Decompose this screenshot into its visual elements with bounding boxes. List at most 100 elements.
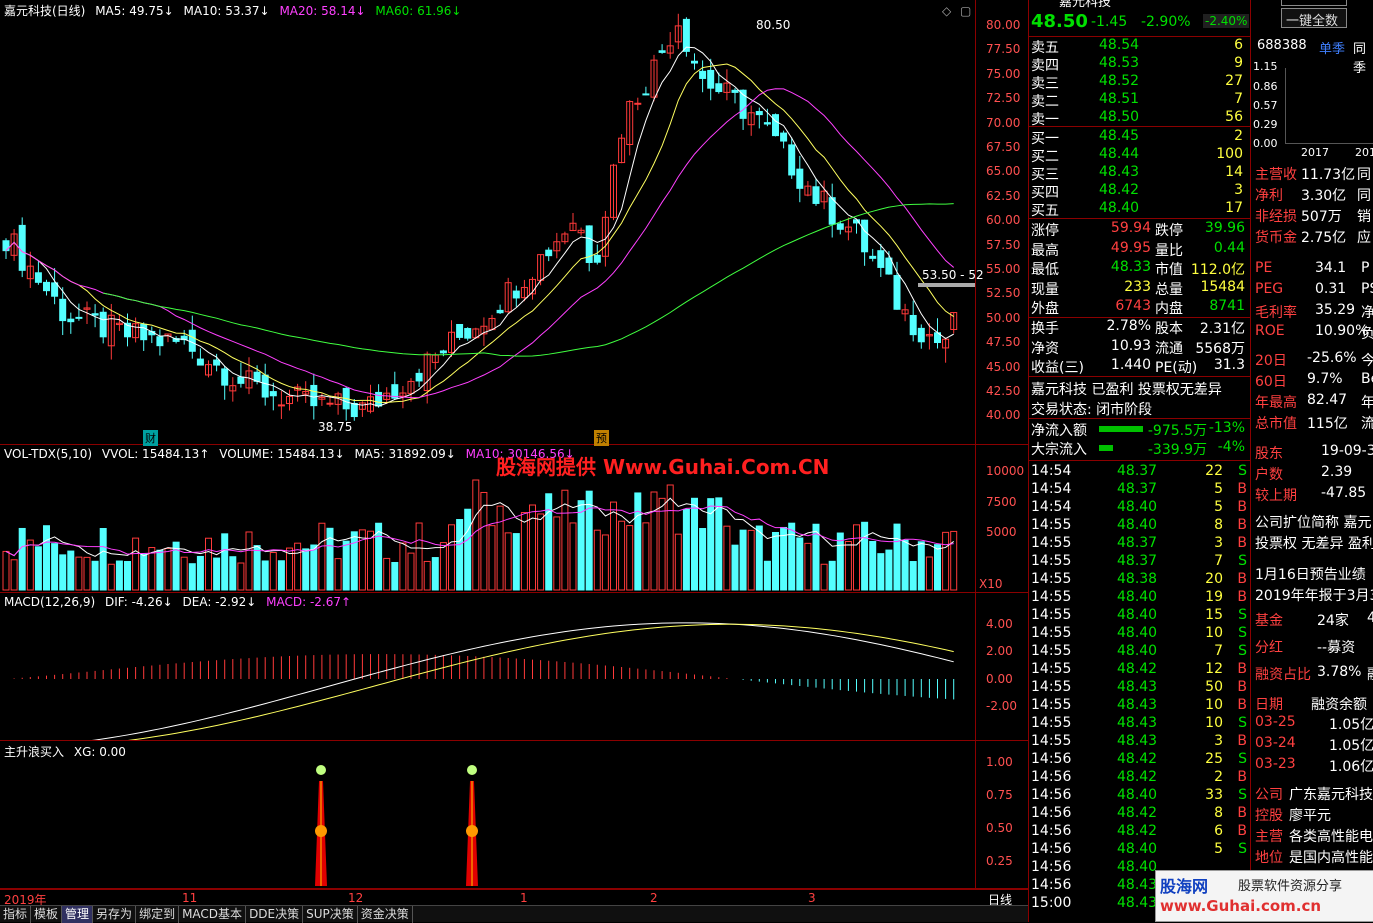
- candle: [682, 17, 690, 57]
- candle: [456, 324, 464, 341]
- ask-label: 卖三: [1031, 76, 1059, 92]
- margin-head: 融资余额: [1311, 697, 1367, 713]
- vol-unit: X10: [979, 577, 1003, 591]
- tab-8[interactable]: 资金决策: [358, 906, 413, 923]
- tab-0[interactable]: 指标: [0, 906, 32, 923]
- stat-label: 外盘: [1031, 301, 1059, 317]
- kline-pane[interactable]: 嘉元科技(日线) MA5: 49.75↓ MA10: 53.37↓ MA20: …: [0, 0, 1028, 446]
- candle: [731, 88, 739, 104]
- candle: [780, 130, 788, 149]
- volume-pane[interactable]: VOL-TDX(5,10) VVOL: 15484.13↑ VOLUME: 15…: [0, 445, 1028, 593]
- tab-2[interactable]: 管理: [62, 906, 94, 923]
- quote-row: 涨停 59.94 跌停 39.96: [1029, 220, 1251, 239]
- volume-bar: [164, 547, 172, 591]
- fin-value: 82.47: [1307, 392, 1348, 408]
- price-tick: 45.00: [986, 359, 1021, 374]
- tick-volume: 10: [1205, 697, 1223, 713]
- tick-volume: 50: [1205, 679, 1223, 695]
- volume-bar: [861, 521, 869, 591]
- tick-side: S: [1238, 751, 1247, 767]
- tab-1[interactable]: 模板: [31, 906, 63, 923]
- tick-time: 14:55: [1031, 571, 1072, 587]
- ask-volume: 7: [1234, 91, 1243, 107]
- tick-volume: 10: [1205, 625, 1223, 641]
- tick-side: B: [1237, 571, 1247, 587]
- fin-value: 507万: [1301, 209, 1342, 225]
- indicator-pane[interactable]: 主升浪买入 XG: 0.00 1.00 0.75 0.50 0.25: [0, 741, 1028, 889]
- fin-extra: 同: [1357, 167, 1371, 183]
- stat-label: 跌停: [1155, 223, 1183, 239]
- candle: [302, 381, 310, 403]
- macd-chart[interactable]: [0, 593, 975, 740]
- stat-value: 2.78%: [1106, 318, 1151, 334]
- macd-pane[interactable]: MACD(12,26,9) DIF: -4.26↓ DEA: -2.92↓ MA…: [0, 593, 1028, 741]
- tick-price: 48.43: [1117, 877, 1158, 893]
- quote-row: 14:55 48.37 7 S: [1029, 553, 1251, 571]
- candle: [844, 217, 852, 241]
- stat-value: 48.33: [1110, 259, 1151, 275]
- scale-tick: 0.57: [1253, 99, 1278, 112]
- candle: [861, 219, 869, 266]
- candle: [115, 314, 123, 331]
- candle: [804, 181, 812, 197]
- candle: [772, 113, 779, 137]
- macd-axis: 4.00 2.00 0.00 -2.00: [975, 593, 1028, 740]
- stat-value: 59.94: [1110, 220, 1151, 236]
- fin-label: 股东: [1255, 446, 1283, 462]
- fin-extra: 应: [1357, 230, 1371, 246]
- volume-bar: [853, 524, 860, 591]
- tick-volume: 2: [1214, 769, 1223, 785]
- flow-value: -975.5万: [1147, 423, 1207, 439]
- tab-7[interactable]: SUP决策: [303, 906, 358, 923]
- volume-bar: [877, 553, 885, 591]
- bottom-tabs: 指标 模板 管理 另存为 绑定到 MACD基本 DDE决策 SUP决策 资金决策: [0, 905, 1028, 923]
- window-close-icon[interactable]: ▢: [960, 4, 971, 18]
- info-line-1: 嘉元科技 已盈利 投票权无差异: [1031, 382, 1222, 398]
- candlestick-chart[interactable]: [0, 0, 975, 444]
- flow-pct: -13%: [1208, 420, 1245, 436]
- diamond-icon[interactable]: ◇: [942, 4, 951, 18]
- candle: [140, 322, 148, 351]
- volume-bar: [423, 560, 431, 591]
- fin-extra: 4: [1367, 610, 1373, 626]
- tick-price: 48.42: [1117, 751, 1158, 767]
- quote-row: 买三 48.43 14: [1029, 164, 1251, 183]
- volume-bar: [318, 522, 326, 591]
- ask-price: 48.50: [1099, 109, 1140, 125]
- date-label: 2: [650, 891, 658, 905]
- volume-bar: [699, 528, 707, 591]
- indicator-chart[interactable]: [0, 741, 975, 888]
- quote-row: 卖三 48.52 27: [1029, 73, 1251, 92]
- tab-5[interactable]: MACD基本: [179, 906, 247, 923]
- quote-row: 14:55 48.40 15 S: [1029, 607, 1251, 625]
- quote-row: 14:55 48.43 50 B: [1029, 679, 1251, 697]
- ask-price: 48.51: [1099, 91, 1140, 107]
- bid-price: 48.42: [1099, 182, 1140, 198]
- one-key-button[interactable]: 一键全数: [1281, 8, 1347, 29]
- season-tab[interactable]: 单季: [1319, 38, 1345, 57]
- candle: [496, 304, 504, 315]
- ma20-line: [5, 88, 955, 399]
- tab-4[interactable]: 绑定到: [136, 906, 180, 923]
- stat-value: 39.96: [1204, 220, 1245, 236]
- tab-6[interactable]: DDE决策: [246, 906, 304, 923]
- tick-price: 48.43: [1117, 715, 1158, 731]
- candle: [788, 137, 796, 179]
- date-label: 12: [348, 891, 364, 905]
- candle: [334, 391, 342, 415]
- tab-3[interactable]: 另存为: [93, 906, 137, 923]
- volume-bar: [91, 560, 99, 591]
- fin-label: 主营收: [1255, 167, 1297, 183]
- blank-button[interactable]: [1281, 0, 1347, 6]
- fin-label: PEG: [1255, 281, 1284, 297]
- candle: [504, 277, 512, 313]
- tick-time: 14:55: [1031, 625, 1072, 641]
- tick-price: 48.42: [1117, 661, 1158, 677]
- tick-time: 15:00: [1031, 895, 1072, 911]
- volume-bar: [496, 505, 504, 591]
- fin-extra: 融: [1367, 664, 1373, 684]
- stat-value: 49.95: [1110, 239, 1151, 256]
- footer-tag: 股票软件资源分享: [1238, 879, 1343, 894]
- fin-extra: 负: [1361, 326, 1373, 342]
- ask-label: 卖五: [1031, 40, 1059, 56]
